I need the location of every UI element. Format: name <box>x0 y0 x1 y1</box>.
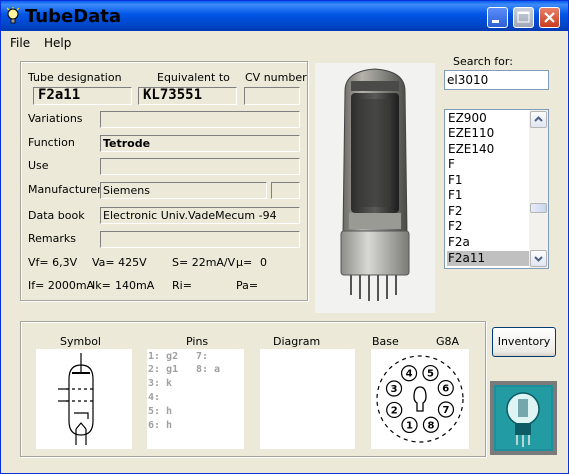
databook-label: Data book <box>28 209 85 222</box>
tube-list[interactable]: EZ900 EZE110 EZE140 F F1 F1 F2 F2 F2a F2… <box>444 109 549 269</box>
remarks-label: Remarks <box>28 232 76 245</box>
minimize-icon <box>492 20 499 23</box>
ik-label: Ik= <box>92 279 111 292</box>
databook-field[interactable]: Electronic Univ.VadeMecum -94 <box>100 207 300 224</box>
chevron-up-icon <box>534 116 543 122</box>
maximize-icon <box>517 11 530 23</box>
pins-label: Pins <box>186 335 209 348</box>
cv-number-field[interactable] <box>244 87 300 105</box>
list-scrollbar[interactable] <box>529 110 548 268</box>
base-pin-number: 1 <box>406 420 413 431</box>
base-type: G8A <box>436 335 460 348</box>
lightbulb-icon <box>6 7 20 24</box>
equivalent-label: Equivalent to <box>157 71 230 84</box>
scroll-thumb[interactable] <box>530 203 547 213</box>
app-logo <box>490 381 557 455</box>
variations-label: Variations <box>28 112 83 125</box>
list-item[interactable]: F <box>447 157 530 172</box>
base-panel: 12 34 56 78 <box>371 349 469 449</box>
maximize-button[interactable] <box>513 7 534 28</box>
list-item[interactable]: EZE110 <box>447 126 530 141</box>
base-pin-number: 4 <box>406 369 413 380</box>
menu-file[interactable]: File <box>10 36 30 50</box>
pin-8: 8: a <box>196 364 221 375</box>
pins-panel: 1: g2 2: g1 3: k 4: 5: h 6: h 7: 8: a <box>147 349 244 449</box>
scroll-down-button[interactable] <box>530 250 547 267</box>
diagram-panel <box>260 349 355 449</box>
list-item[interactable]: F2a <box>447 235 530 250</box>
mu-label: µ= <box>236 256 253 269</box>
window-title: TubeData <box>25 6 122 27</box>
list-item[interactable]: EZ900 <box>447 111 530 126</box>
list-item[interactable]: F2 <box>447 204 530 219</box>
s-value: S= 22mA/V <box>172 256 236 269</box>
symbol-panel <box>36 349 132 449</box>
inventory-button[interactable]: Inventory <box>492 327 556 357</box>
base-pin-number: 5 <box>427 369 434 380</box>
pin-6: 6: h <box>148 420 173 431</box>
list-item[interactable]: F1 <box>447 173 530 188</box>
search-input[interactable] <box>444 70 549 90</box>
search-label: Search for: <box>453 55 513 68</box>
ri-value: Ri= <box>172 279 192 292</box>
pin-1: 1: g2 <box>148 351 179 362</box>
base-pin-number: 8 <box>427 420 434 431</box>
pin-5: 5: h <box>148 406 173 417</box>
pin-7: 7: <box>196 351 209 362</box>
main-window: TubeData File Help Tube designation Equi… <box>0 0 569 474</box>
equivalent-field[interactable]: KL73551 <box>138 87 237 105</box>
manufacturer-field[interactable]: Siemens <box>100 182 267 199</box>
close-icon <box>544 12 555 23</box>
use-field[interactable] <box>100 158 300 175</box>
base-pin-number: 7 <box>442 405 449 416</box>
if-value: If= 2000mA <box>28 279 95 292</box>
base-pin-number: 3 <box>391 384 398 395</box>
menu-bar: File Help <box>1 32 568 52</box>
close-button[interactable] <box>539 7 560 28</box>
base-pinout-diagram: 12 34 56 78 <box>376 355 464 443</box>
title-bar[interactable]: TubeData <box>1 1 568 31</box>
pa-value: Pa= <box>236 279 259 292</box>
tube-designation-field[interactable]: F2a11 <box>33 87 132 105</box>
pin-4: 4: <box>148 392 161 403</box>
pin-2: 2: g1 <box>148 364 179 375</box>
minimize-button[interactable] <box>487 7 508 28</box>
menu-help[interactable]: Help <box>44 36 71 50</box>
function-field[interactable]: Tetrode <box>100 135 300 152</box>
list-item-selected[interactable]: F2a11 <box>447 251 530 266</box>
remarks-field[interactable] <box>100 231 300 248</box>
function-label: Function <box>28 136 75 149</box>
vf-value: Vf= 6,3V <box>28 256 78 269</box>
ik-value: 140mA <box>115 279 155 292</box>
scroll-up-button[interactable] <box>530 111 547 128</box>
tube-designation-label: Tube designation <box>28 71 122 84</box>
symbol-label: Symbol <box>60 335 101 348</box>
tetrode-symbol <box>58 353 96 445</box>
list-item[interactable]: F1 <box>447 188 530 203</box>
variations-field[interactable] <box>100 111 300 128</box>
cv-number-label: CV number <box>245 71 307 84</box>
base-pin-number: 6 <box>442 384 449 395</box>
manufacturer-label: Manufacturer <box>28 183 102 196</box>
use-label: Use <box>28 159 49 172</box>
base-label: Base <box>372 335 399 348</box>
base-pin-number: 2 <box>391 405 398 416</box>
base-pins: 12 34 56 78 <box>385 364 455 434</box>
tube-photo <box>315 63 435 313</box>
diagram-label: Diagram <box>273 335 321 348</box>
list-item[interactable]: EZE140 <box>447 142 530 157</box>
chevron-down-icon <box>534 256 543 262</box>
va-value: Va= 425V <box>92 256 147 269</box>
manufacturer-extra-field[interactable] <box>271 182 300 199</box>
pin-3: 3: k <box>148 378 173 389</box>
list-item[interactable]: F2 <box>447 219 530 234</box>
mu-value: 0 <box>260 256 267 269</box>
